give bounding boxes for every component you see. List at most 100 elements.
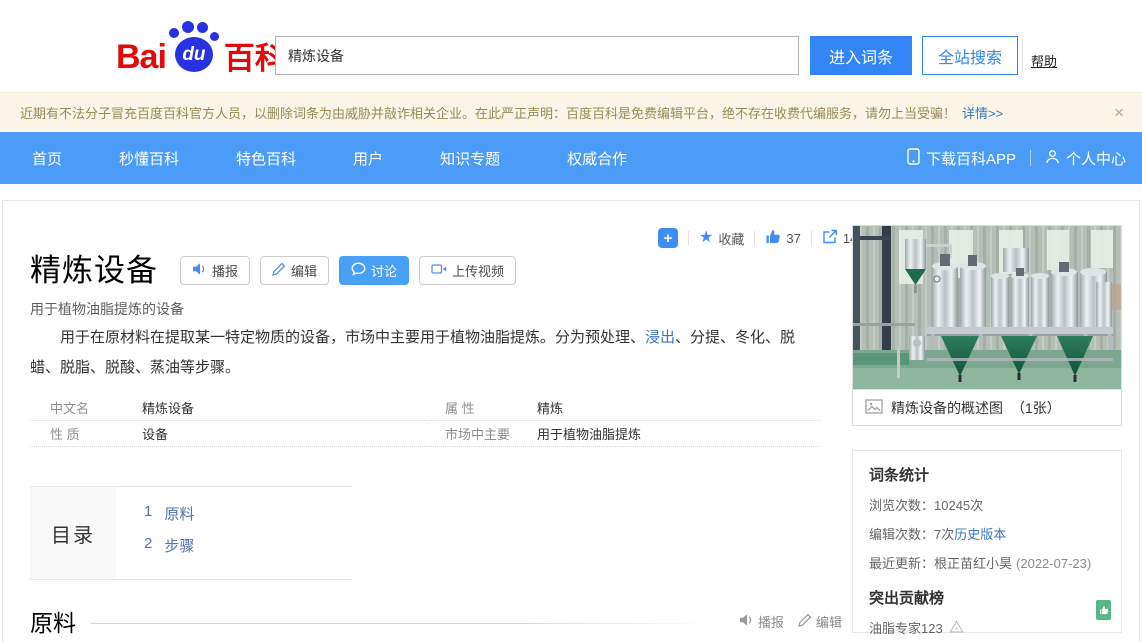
add-to-desktop-button[interactable]: +	[658, 228, 678, 248]
chat-bubble-icon	[351, 262, 366, 279]
phone-icon	[907, 148, 920, 169]
contributor-name[interactable]: 油脂专家123	[869, 618, 943, 637]
upload-video-button[interactable]: 上传视频	[419, 256, 516, 285]
search-input[interactable]	[275, 36, 799, 75]
toc-title: 目录	[30, 487, 116, 579]
notice-text: 近期有不法分子冒充百度百科官方人员，以删除词条为由威胁并敲诈相关企业。在此严正声…	[20, 103, 956, 122]
section-raw-material-head: 原料 播报 编辑	[30, 604, 842, 638]
section-edit-label: 编辑	[816, 612, 842, 631]
divider	[1022, 39, 1023, 72]
help-link[interactable]: 帮助	[1031, 51, 1057, 70]
entry-overview-photo[interactable]	[853, 226, 1121, 389]
info-label: 属 性	[445, 398, 537, 417]
nav-item-featured[interactable]: 特色百科	[236, 148, 296, 169]
broadcast-button[interactable]: 播报	[180, 256, 250, 285]
info-value: 精炼	[537, 398, 563, 417]
personal-center-link[interactable]: 个人中心	[1045, 148, 1126, 169]
contributor-badge-icon	[949, 620, 964, 636]
contributor-row[interactable]: 油脂专家123	[869, 618, 1105, 637]
title-buttons: 播报 编辑 讨论 上传	[180, 256, 516, 285]
toc-label: 步骤	[164, 535, 194, 556]
section-edit-button[interactable]: 编辑	[798, 612, 842, 631]
overview-image-card: 精炼设备的概述图 （1张）	[852, 225, 1122, 426]
download-app-link[interactable]: 下载百科APP	[907, 148, 1016, 169]
edits-value: 7次	[934, 527, 954, 542]
divider	[811, 231, 812, 245]
collect-button[interactable]: ★ 收藏	[699, 229, 744, 248]
contribution-medal-icon[interactable]	[1096, 600, 1111, 620]
share-icon	[822, 229, 838, 247]
info-label: 性 质	[50, 424, 142, 443]
broadcast-label: 播报	[212, 261, 238, 280]
toc-num: 1	[144, 503, 152, 524]
info-value: 设备	[142, 424, 168, 443]
info-row-nature: 性 质 设备	[30, 421, 425, 447]
info-label: 市场中主要	[445, 424, 537, 443]
section-broadcast-label: 播报	[758, 612, 784, 631]
entry-content: + ★ 收藏 37 14 精炼设备	[2, 200, 1140, 642]
speaker-icon	[192, 262, 207, 279]
nav-item-users[interactable]: 用户	[353, 148, 383, 169]
nav-item-home[interactable]: 首页	[32, 148, 62, 169]
close-icon[interactable]: ×	[1114, 104, 1124, 121]
overview-image-caption: 精炼设备的概述图	[891, 398, 1003, 418]
nav-item-topics[interactable]: 知识专题	[440, 148, 500, 169]
like-button[interactable]: 37	[765, 229, 800, 247]
main-nav: 首页 秒懂百科 特色百科 用户 知识专题 权威合作 下载百科APP 个人中心	[0, 132, 1142, 184]
views-label: 浏览次数：	[869, 498, 934, 513]
section-broadcast-button[interactable]: 播报	[739, 612, 784, 631]
discuss-label: 讨论	[371, 261, 397, 280]
logo-text-du: du	[175, 37, 213, 72]
info-row-attribute: 属 性 精炼	[425, 395, 820, 421]
baidu-baike-logo[interactable]: Bai du 百科	[116, 20, 286, 74]
collect-label: 收藏	[718, 229, 744, 248]
speaker-icon	[739, 613, 754, 630]
entry-subtitle: 用于植物油脂提炼的设备	[30, 299, 184, 319]
divider	[688, 231, 689, 245]
logo-text-bai: Bai	[116, 40, 166, 74]
update-date: (2022-07-23)	[1016, 556, 1091, 571]
like-count: 37	[786, 231, 800, 246]
entry-action-row: + ★ 收藏 37 14	[658, 228, 857, 248]
stats-edits-row: 编辑次数：7次历史版本	[869, 524, 1105, 543]
pencil-icon	[272, 262, 286, 279]
upload-video-label: 上传视频	[452, 261, 504, 280]
thumbs-up-icon	[765, 229, 781, 247]
discuss-button[interactable]: 讨论	[339, 256, 409, 285]
update-label: 最近更新：	[869, 556, 934, 571]
personal-center-label: 个人中心	[1066, 148, 1126, 169]
enter-entry-button[interactable]: 进入词条	[810, 36, 912, 75]
nav-item-authority[interactable]: 权威合作	[567, 148, 627, 169]
baidu-paw-icon: du	[166, 20, 222, 74]
basic-info-table: 中文名 精炼设备 属 性 精炼 性 质 设备 市场中主要 用于植物油脂提炼	[30, 395, 820, 447]
entry-stats-card: 词条统计 浏览次数：10245次 编辑次数：7次历史版本 最近更新：根正苗红小昊…	[852, 450, 1122, 633]
pencil-icon	[798, 613, 812, 630]
toc-label: 原料	[164, 503, 194, 524]
entry-summary: 用于在原材料在提取某一特定物质的设备，市场中主要用于植物油脂提炼。分为预处理、浸…	[30, 323, 818, 383]
stats-views-row: 浏览次数：10245次	[869, 495, 1105, 514]
info-value: 用于植物油脂提炼	[537, 424, 641, 443]
toc-item-raw-material[interactable]: 1 原料	[144, 503, 194, 524]
summary-text-before: 用于在原材料在提取某一特定物质的设备，市场中主要用于植物油脂提炼。分为预处理、	[60, 329, 645, 346]
page-title: 精炼设备	[30, 245, 158, 290]
site-search-button[interactable]: 全站搜索	[922, 36, 1018, 75]
entry-title-row: 精炼设备 播报 编辑 讨论	[30, 245, 516, 290]
edit-button[interactable]: 编辑	[260, 256, 329, 285]
overview-image-count: （1张）	[1011, 398, 1061, 418]
nav-right-group: 下载百科APP 个人中心	[907, 132, 1126, 184]
edits-label: 编辑次数：	[869, 527, 934, 542]
video-camera-icon	[431, 262, 447, 279]
updater-name[interactable]: 根正苗红小昊	[934, 556, 1012, 571]
nav-item-miaodong[interactable]: 秒懂百科	[119, 148, 179, 169]
divider	[1030, 150, 1031, 166]
jinchu-link[interactable]: 浸出	[645, 329, 675, 346]
edit-label: 编辑	[291, 261, 317, 280]
baidu-baike-page: Bai du 百科 进入词条 全站搜索 帮助 近期有不法分子冒充百度百科官方人员…	[0, 0, 1142, 642]
overview-image-caption-bar[interactable]: 精炼设备的概述图 （1张）	[853, 389, 1121, 425]
anti-fraud-notice-bar: 近期有不法分子冒充百度百科官方人员，以删除词条为由威胁并敲诈相关企业。在此严正声…	[0, 92, 1142, 132]
contributors-title: 突出贡献榜	[869, 587, 1105, 608]
notice-details-link[interactable]: 详情>>	[962, 103, 1003, 122]
toc-item-steps[interactable]: 2 步骤	[144, 535, 194, 556]
image-icon	[865, 399, 883, 417]
history-versions-link[interactable]: 历史版本	[954, 527, 1006, 542]
